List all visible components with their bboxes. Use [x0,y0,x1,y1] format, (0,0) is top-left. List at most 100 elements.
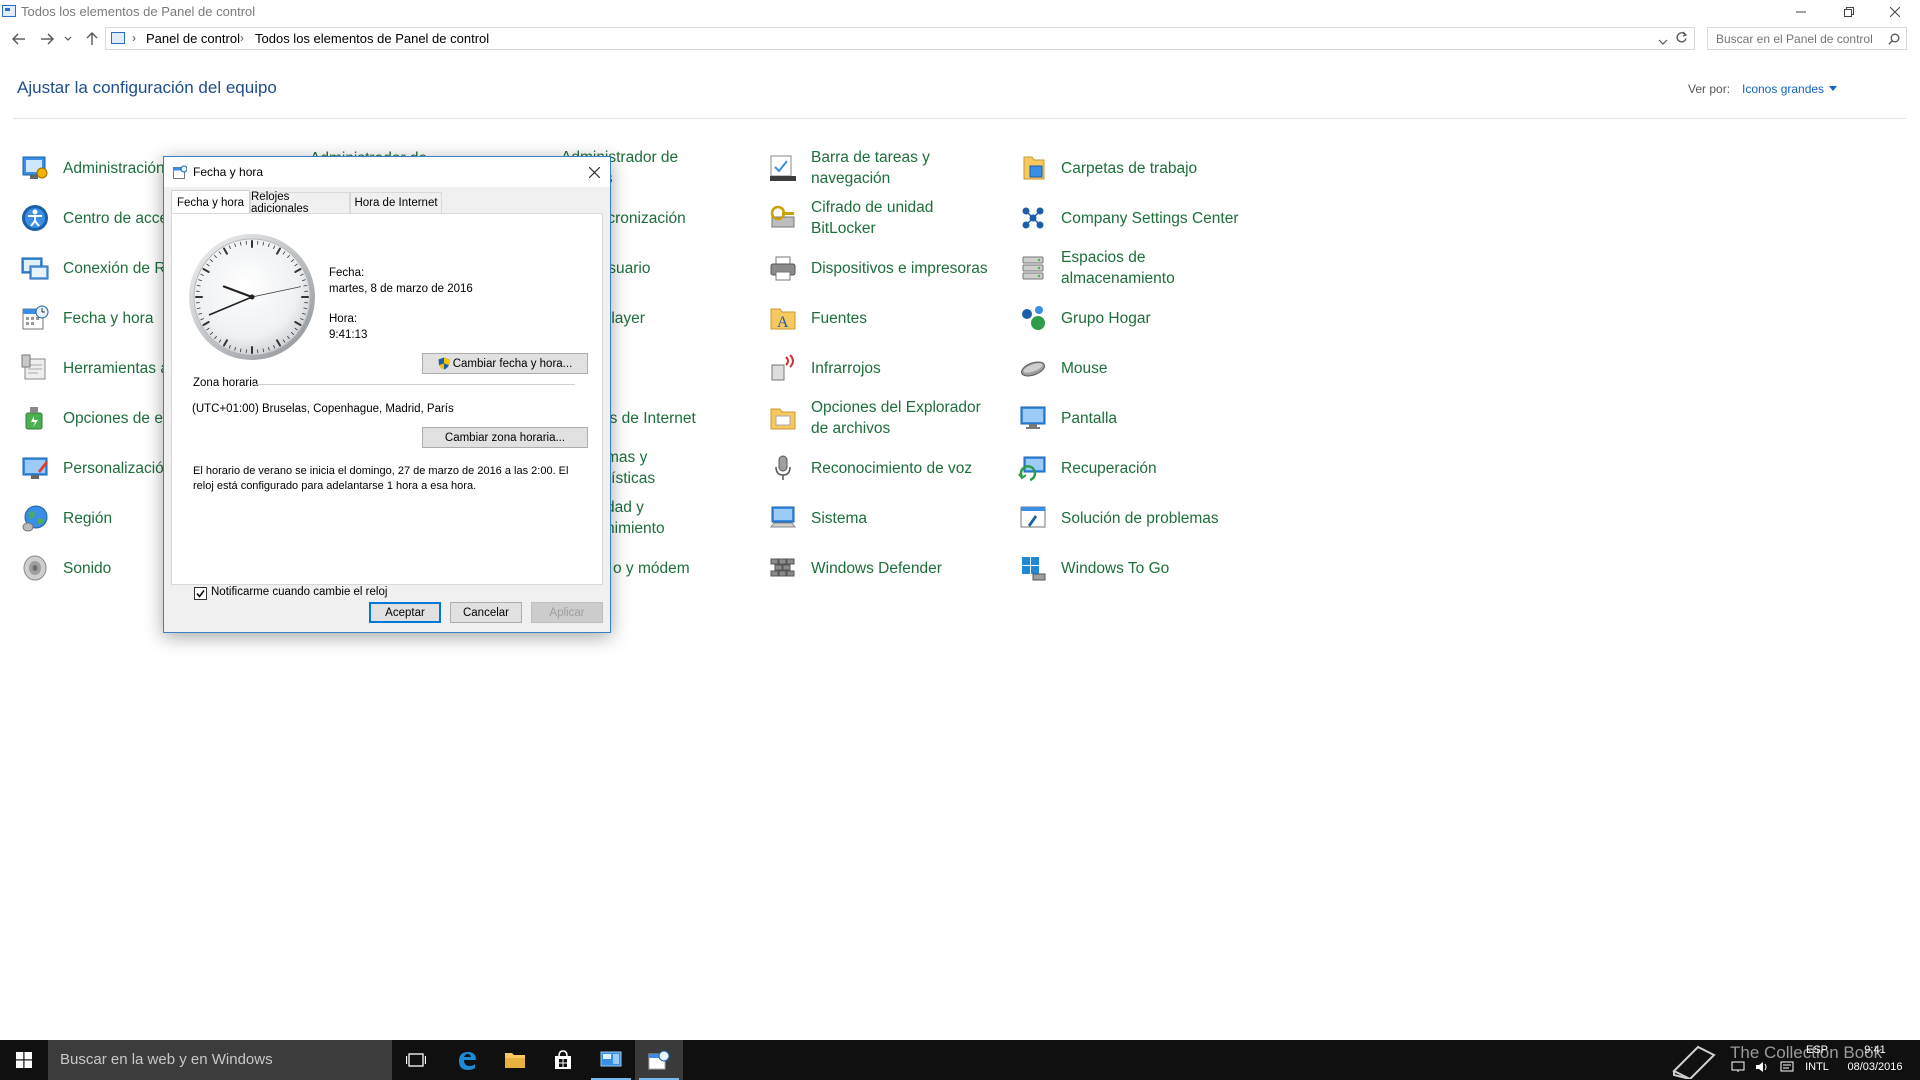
breadcrumb-all-items[interactable]: Todos los elementos de Panel de control [255,31,489,46]
change-timezone-button[interactable]: Cambiar zona horaria... [422,427,588,448]
header-divider [13,118,1906,119]
taskbar-icon [766,151,800,185]
item-bitlocker[interactable]: Cifrado de unidad BitLocker [766,196,971,240]
view-by-dropdown[interactable]: Iconos grandes [1742,82,1824,96]
item-solucion-problemas[interactable]: Solución de problemas [1016,496,1219,540]
dialog-title: Fecha y hora [193,165,264,179]
item-rendimiento[interactable]: mas y rísticas [606,446,676,490]
notify-label[interactable]: Notificarme cuando cambie el reloj [211,586,387,598]
ok-button[interactable]: Aceptar [369,602,441,623]
taskbar-file-explorer[interactable] [491,1040,539,1080]
item-reconocimiento-voz[interactable]: Reconocimiento de voz [766,446,972,490]
cancel-button[interactable]: Cancelar [450,602,522,623]
item-fecha-hora[interactable]: Fecha y hora [18,296,153,340]
company-settings-icon [1016,201,1050,235]
close-icon [1890,7,1900,17]
forward-button[interactable] [38,30,56,48]
item-label: Administración [63,159,165,177]
taskbar-date-time[interactable] [635,1040,683,1080]
language-bottom[interactable]: INTL [1800,1061,1834,1073]
address-history-dropdown[interactable] [1658,33,1668,51]
address-box[interactable]: › Panel de control › Todos los elementos… [105,27,1695,50]
item-label: Barra de tareas y navegación [811,149,930,187]
item-label: Opciones de er [63,409,169,427]
refresh-button[interactable] [1675,31,1688,47]
chevron-down-icon[interactable] [1829,86,1837,91]
item-dispositivos-impresoras[interactable]: Dispositivos e impresoras [766,246,988,290]
search-input[interactable] [1708,28,1886,49]
item-infrarrojos[interactable]: Infrarrojos [766,346,881,390]
tab-fecha-hora[interactable]: Fecha y hora [171,190,250,214]
item-seguridad-mantenimiento[interactable]: dad y nimiento [606,496,686,540]
taskbar-clock-time[interactable]: 9:41 [1840,1044,1910,1056]
item-centro-accesibilidad[interactable]: Centro de acce [18,196,168,240]
breadcrumb-control-panel[interactable]: Panel de control [146,31,240,46]
item-fuentes[interactable]: A Fuentes [766,296,867,340]
dialog-close-button[interactable] [578,157,610,187]
taskbar-edge[interactable] [443,1040,491,1080]
timezone-value: (UTC+01:00) Bruselas, Copenhague, Madrid… [192,403,454,415]
restore-button[interactable] [1826,0,1872,24]
item-grupo-hogar[interactable]: Grupo Hogar [1016,296,1151,340]
item-barra-tareas[interactable]: Barra de tareas y navegación [766,146,931,190]
task-view-icon [406,1053,426,1067]
item-opciones-energia[interactable]: Opciones de er [18,396,168,440]
item-sonido[interactable]: Sonido [18,546,111,590]
checkmark-icon [196,590,205,598]
item-opciones-explorador[interactable]: Opciones del Explorador de archivos [766,396,986,440]
item-label: mas y rísticas [606,449,656,487]
power-icon [18,401,52,435]
volume-icon[interactable] [1755,1060,1769,1078]
notify-checkbox[interactable] [194,587,207,600]
start-button[interactable] [0,1040,48,1080]
back-button[interactable] [10,30,28,48]
action-center-icon[interactable] [1780,1060,1794,1078]
fonts-icon: A [766,301,800,335]
item-windows-to-go[interactable]: Windows To Go [1016,546,1169,590]
recent-locations-button[interactable] [63,30,73,48]
tab-relojes-adicionales[interactable]: Relojes adicionales [250,191,350,215]
calendar-clock-icon [173,165,188,184]
item-label: Sistema [811,509,867,527]
item-mouse[interactable]: Mouse [1016,346,1108,390]
item-espacios-almacenamiento[interactable]: Espacios de almacenamiento [1016,246,1201,290]
close-icon [588,166,600,178]
item-carpetas-trabajo[interactable]: Carpetas de trabajo [1016,146,1197,190]
tools-icon [18,351,52,385]
change-date-time-button[interactable]: Cambiar fecha y hora... [422,353,588,374]
item-company-settings[interactable]: Company Settings Center [1016,196,1238,240]
item-label: Región [63,509,113,527]
item-recuperacion[interactable]: Recuperación [1016,446,1157,490]
globe-icon [18,501,52,535]
item-region[interactable]: Región [18,496,112,540]
item-pantalla[interactable]: Pantalla [1016,396,1117,440]
item-sistema[interactable]: Sistema [766,496,867,540]
task-view-button[interactable] [392,1040,440,1080]
window-title: Todos los elementos de Panel de control [21,4,256,19]
control-panel-search[interactable] [1707,27,1907,50]
apply-button[interactable]: Aplicar [531,602,603,623]
close-window-button[interactable] [1872,0,1918,24]
taskbar-store[interactable] [539,1040,587,1080]
taskbar-clock-date[interactable]: 08/03/2016 [1840,1061,1910,1073]
item-windows-defender[interactable]: Windows Defender [766,546,942,590]
item-personalizacion[interactable]: Personalizació [18,446,164,490]
control-panel-icon [2,5,16,17]
up-button[interactable] [83,30,101,48]
item-telefono-modem[interactable]: o y módem [613,546,690,590]
timezone-label: Zona horaria [193,377,259,389]
item-opciones-internet[interactable]: es de Internet [601,396,696,440]
windows-logo-icon [16,1052,32,1068]
personalization-icon [18,451,52,485]
item-label: Carpetas de trabajo [1061,159,1198,177]
search-icon[interactable] [1888,32,1900,50]
network-icon[interactable] [1731,1060,1745,1078]
item-label: Cifrado de unidad BitLocker [811,199,934,237]
item-administracion[interactable]: Administración [18,146,165,190]
language-top[interactable]: ESP [1800,1044,1834,1056]
tab-hora-internet[interactable]: Hora de Internet [350,192,442,213]
taskbar-search-box[interactable]: Buscar en la web y en Windows [48,1040,392,1080]
minimize-button[interactable] [1778,0,1824,24]
work-folders-icon [1016,151,1050,185]
taskbar-control-panel[interactable] [587,1040,635,1080]
